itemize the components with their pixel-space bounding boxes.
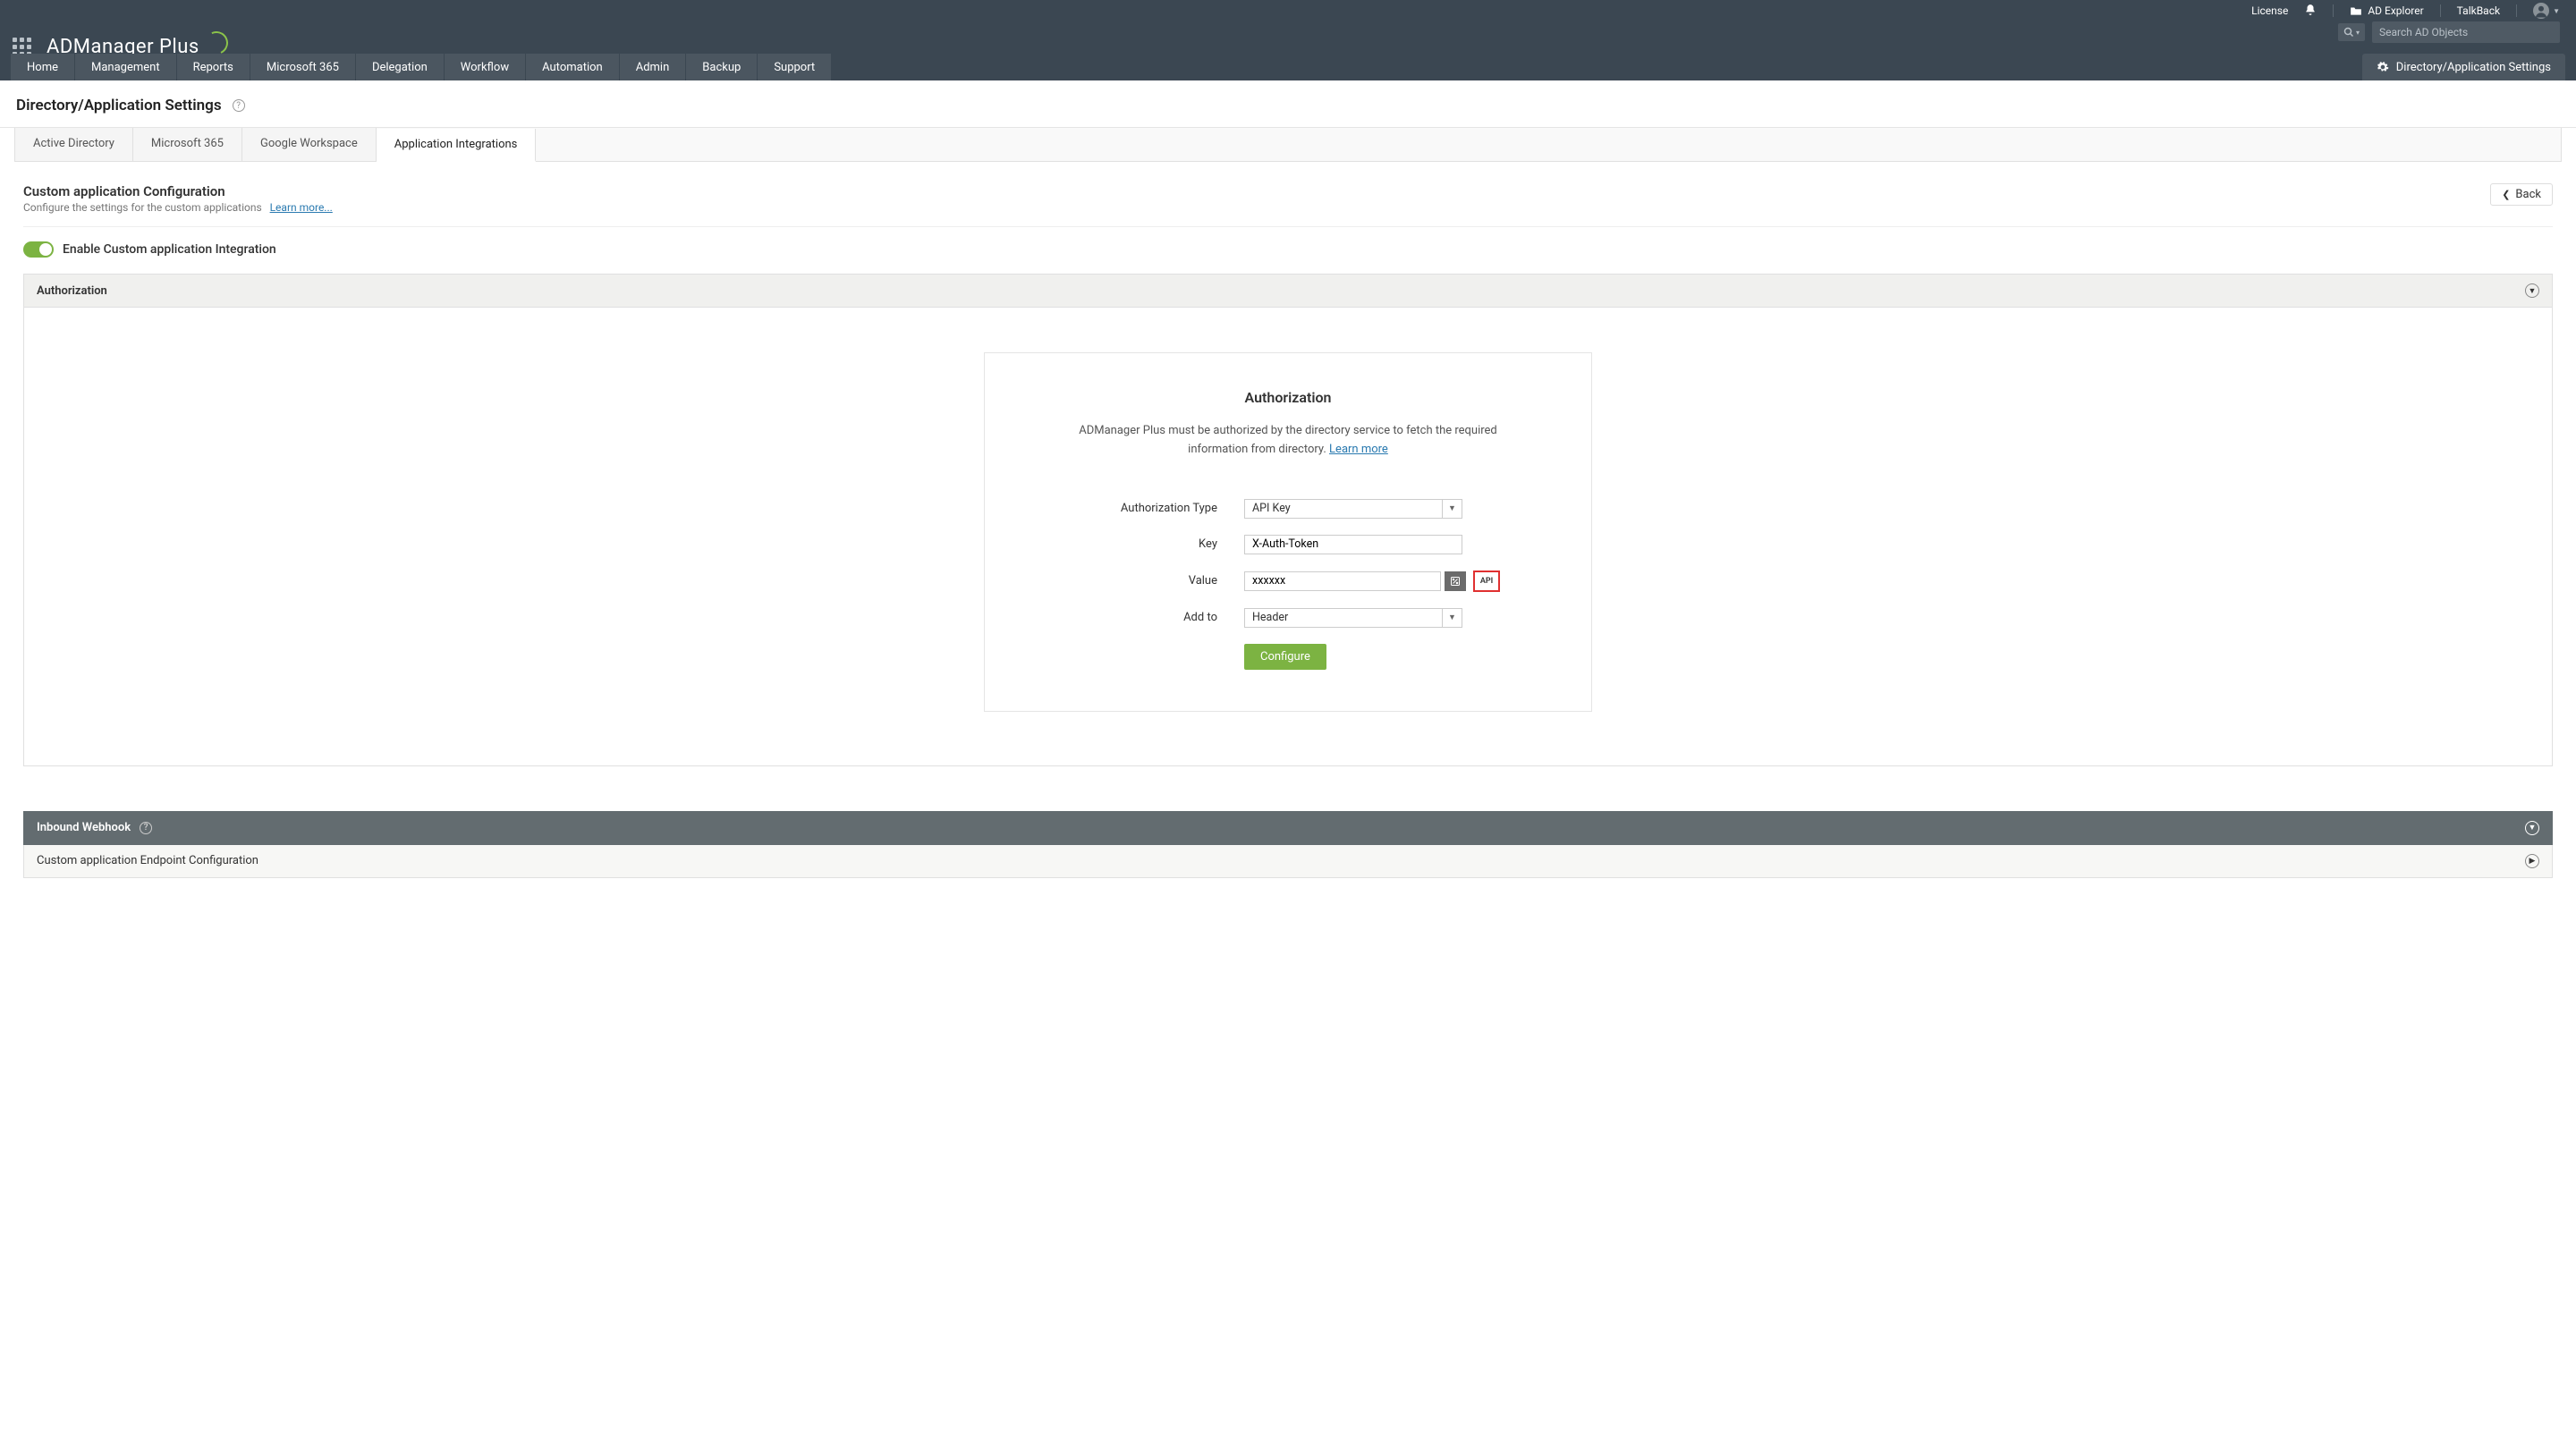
nav-tab-home[interactable]: Home [11,54,75,80]
api-config-button[interactable]: API [1473,571,1500,592]
folder-icon [2350,5,2362,16]
key-input[interactable] [1245,536,1462,554]
config-desc: Configure the settings for the custom ap… [23,201,262,214]
label-value: Value [1038,574,1244,588]
config-section-head: Custom application Configuration Configu… [23,183,2553,227]
user-menu[interactable]: ▼ [2533,3,2560,19]
configure-button[interactable]: Configure [1244,644,1326,670]
subtab-google-workspace[interactable]: Google Workspace [242,128,377,161]
collapse-icon: ▼ [2525,283,2539,298]
chevron-down-icon: ▼ [1442,500,1462,518]
chevron-down-icon: ▼ [1442,609,1462,627]
label-auth-type: Authorization Type [1038,502,1244,515]
nav-tab-management[interactable]: Management [75,54,177,80]
auth-type-select[interactable]: API Key ▼ [1244,499,1462,519]
gear-icon [2377,61,2389,73]
nav-tab-backup[interactable]: Backup [686,54,758,80]
nav-tab-automation[interactable]: Automation [526,54,620,80]
authorization-panel: Authorization ADManager Plus must be aut… [23,308,2553,766]
nav-tab-workflow[interactable]: Workflow [445,54,526,80]
ad-explorer-link[interactable]: AD Explorer [2350,4,2423,17]
help-icon[interactable]: ? [233,99,245,112]
separator [2333,4,2334,17]
topbar: License AD Explorer TalkBack ▼ ▾ ADManag… [0,0,2576,80]
nav-tab-microsoft-365[interactable]: Microsoft 365 [250,54,356,80]
config-title: Custom application Configuration [23,183,333,199]
add-to-select[interactable]: Header ▼ [1244,608,1462,628]
separator [2516,4,2517,17]
directory-settings-button[interactable]: Directory/Application Settings [2362,54,2565,80]
page-header: Directory/Application Settings ? [0,80,2576,128]
subtab-application-integrations[interactable]: Application Integrations [377,129,537,162]
percent-icon [1450,576,1461,587]
help-icon[interactable]: ? [140,822,152,834]
chevron-left-icon: ❮ [2502,189,2510,200]
search-icon [2343,27,2354,38]
subtabs: Active DirectoryMicrosoft 365Google Work… [14,128,2562,162]
enable-label: Enable Custom application Integration [63,242,276,257]
auth-card: Authorization ADManager Plus must be aut… [984,352,1592,712]
auth-learn-more-link[interactable]: Learn more [1329,443,1388,456]
enable-toggle[interactable] [23,241,54,258]
auth-card-title: Authorization [1038,389,1538,406]
nav-tab-admin[interactable]: Admin [620,54,687,80]
value-input[interactable] [1245,572,1440,590]
subtab-active-directory[interactable]: Active Directory [15,128,133,161]
label-key: Key [1038,537,1244,551]
separator [2440,4,2441,17]
accordion-endpoint-config[interactable]: Custom application Endpoint Configuratio… [23,845,2553,878]
expand-icon: ▼ [2525,821,2539,835]
auth-card-subtext: ADManager Plus must be authorized by the… [1038,422,1538,460]
back-button[interactable]: ❮ Back [2490,183,2553,206]
nav-tab-reports[interactable]: Reports [177,54,250,80]
bell-icon[interactable] [2304,4,2317,19]
nav-tab-delegation[interactable]: Delegation [356,54,445,80]
learn-more-link[interactable]: Learn more... [270,201,333,214]
accordion-authorization[interactable]: Authorization ▼ [23,274,2553,308]
main-nav: HomeManagementReportsMicrosoft 365Delega… [11,54,2565,80]
user-icon [2533,3,2549,19]
talkback-link[interactable]: TalkBack [2457,4,2500,17]
page-title: Directory/Application Settings [16,97,222,114]
enable-row: Enable Custom application Integration [23,241,2553,258]
license-link[interactable]: License [2251,4,2288,17]
search-input[interactable] [2372,21,2560,43]
variable-picker-button[interactable] [1445,571,1466,591]
search-scope-dropdown[interactable]: ▾ [2338,23,2365,41]
subtab-microsoft-365[interactable]: Microsoft 365 [133,128,242,161]
nav-tab-support[interactable]: Support [758,54,832,80]
api-icon: API [1480,577,1493,586]
label-add-to: Add to [1038,611,1244,624]
expand-icon: ▶ [2525,854,2539,868]
accordion-inbound-webhook[interactable]: Inbound Webhook ? ▼ [23,811,2553,845]
